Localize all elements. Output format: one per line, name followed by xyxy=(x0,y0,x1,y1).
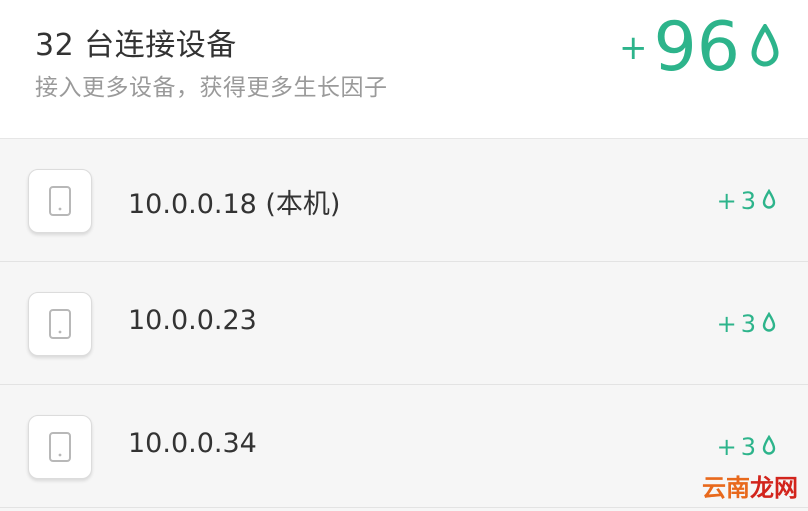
device-ip-label: 10.0.0.23 xyxy=(128,305,257,336)
site-watermark: 云南龙网 xyxy=(702,468,798,503)
device-reward: + 3 xyxy=(717,433,776,461)
device-ip-label: 10.0.0.18 (本机) xyxy=(128,189,341,220)
water-drop-icon xyxy=(750,22,780,72)
device-reward-value: 3 xyxy=(740,433,756,461)
watermark-part1: 云南 xyxy=(702,474,750,502)
device-row[interactable]: 10.0.0.34 + 3 xyxy=(0,385,808,508)
device-reward-sign: + xyxy=(716,187,737,215)
water-drop-icon xyxy=(762,187,776,215)
device-reward-value: 3 xyxy=(740,310,756,338)
tablet-icon xyxy=(28,169,92,233)
tablet-icon xyxy=(28,415,92,479)
device-reward-sign: + xyxy=(716,433,737,461)
connected-devices-title: 32 台连接设备 xyxy=(35,28,237,63)
device-reward-value: 3 xyxy=(740,187,756,215)
device-row[interactable]: 10.0.0.18 (本机) + 3 xyxy=(0,139,808,262)
watermark-part2: 龙网 xyxy=(750,474,798,502)
total-reward-value: 96 xyxy=(653,8,740,87)
device-reward: + 3 xyxy=(717,187,776,215)
tablet-icon xyxy=(28,292,92,356)
device-ip-label: 10.0.0.34 xyxy=(128,428,257,459)
water-drop-icon xyxy=(762,310,776,338)
total-reward: + 96 xyxy=(619,14,780,82)
device-list: 10.0.0.18 (本机) + 3 10.0.0.23 + 3 10.0.0.… xyxy=(0,139,808,508)
device-reward: + 3 xyxy=(717,310,776,338)
device-reward-sign: + xyxy=(716,310,737,338)
connected-devices-subtitle: 接入更多设备，获得更多生长因子 xyxy=(35,75,388,101)
water-drop-icon xyxy=(762,433,776,461)
summary-header: 32 台连接设备 接入更多设备，获得更多生长因子 + 96 xyxy=(0,0,808,139)
device-row[interactable]: 10.0.0.23 + 3 xyxy=(0,262,808,385)
total-reward-sign: + xyxy=(618,28,648,68)
